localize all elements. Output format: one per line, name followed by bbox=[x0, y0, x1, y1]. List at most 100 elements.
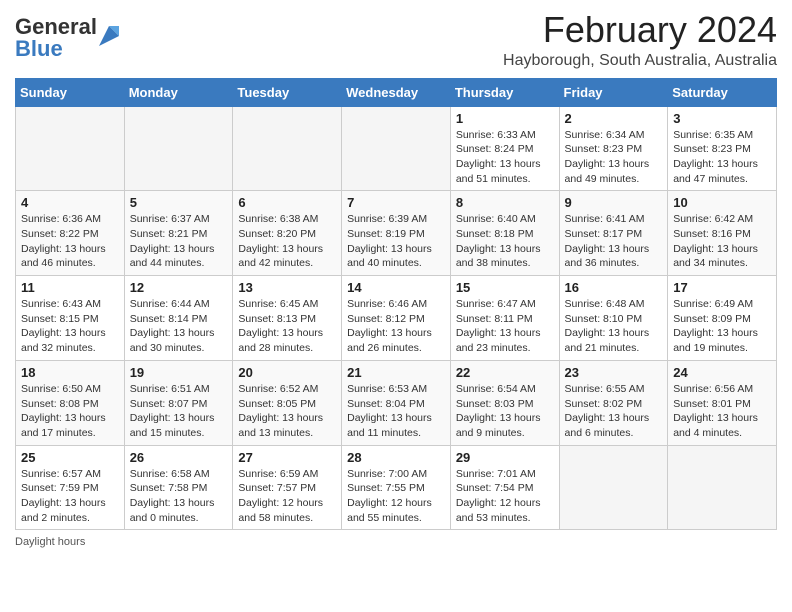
day-number: 2 bbox=[565, 111, 663, 126]
day-info: Sunrise: 6:45 AMSunset: 8:13 PMDaylight:… bbox=[238, 297, 336, 356]
day-info: Sunrise: 6:59 AMSunset: 7:57 PMDaylight:… bbox=[238, 467, 336, 526]
day-cell: 6 Sunrise: 6:38 AMSunset: 8:20 PMDaylight… bbox=[233, 191, 342, 276]
day-number: 17 bbox=[673, 280, 771, 295]
main-title: February 2024 bbox=[503, 10, 777, 50]
title-area: February 2024 Hayborough, South Australi… bbox=[503, 10, 777, 70]
day-cell: 24Sunrise: 6:56 AMSunset: 8:01 PMDayligh… bbox=[668, 360, 777, 445]
weekday-header-thursday: Thursday bbox=[450, 78, 559, 106]
day-cell: 20Sunrise: 6:52 AMSunset: 8:05 PMDayligh… bbox=[233, 360, 342, 445]
day-cell: 25 Sunrise: 6:57 AMSunset: 7:59 PMDayligh… bbox=[16, 445, 125, 530]
logo: General Blue bbox=[15, 16, 119, 60]
day-cell: 18 Sunrise: 6:50 AMSunset: 8:08 PMDayligh… bbox=[16, 360, 125, 445]
day-info: Sunrise: 6:43 AMSunset: 8:15 PMDaylight:… bbox=[21, 297, 119, 356]
day-cell: 12 Sunrise: 6:44 AMSunset: 8:14 PMDayligh… bbox=[124, 276, 233, 361]
weekday-header-friday: Friday bbox=[559, 78, 668, 106]
day-number: 13 bbox=[238, 280, 336, 295]
weekday-header-saturday: Saturday bbox=[668, 78, 777, 106]
day-number: 15 bbox=[456, 280, 554, 295]
weekday-header-monday: Monday bbox=[124, 78, 233, 106]
day-number: 8 bbox=[456, 195, 554, 210]
day-info: Sunrise: 6:56 AMSunset: 8:01 PMDaylight:… bbox=[673, 382, 771, 441]
day-info: Sunrise: 6:58 AMSunset: 7:58 PMDaylight:… bbox=[130, 467, 228, 526]
day-number: 26 bbox=[130, 450, 228, 465]
day-cell: 3 Sunrise: 6:35 AMSunset: 8:23 PMDaylight… bbox=[668, 106, 777, 191]
day-info: Sunrise: 6:41 AMSunset: 8:17 PMDaylight:… bbox=[565, 212, 663, 271]
day-cell: 13 Sunrise: 6:45 AMSunset: 8:13 PMDayligh… bbox=[233, 276, 342, 361]
day-number: 23 bbox=[565, 365, 663, 380]
day-info: Sunrise: 7:01 AMSunset: 7:54 PMDaylight:… bbox=[456, 467, 554, 526]
weekday-header-wednesday: Wednesday bbox=[342, 78, 451, 106]
day-info: Sunrise: 6:48 AMSunset: 8:10 PMDaylight:… bbox=[565, 297, 663, 356]
week-row-3: 11 Sunrise: 6:43 AMSunset: 8:15 PMDayligh… bbox=[16, 276, 777, 361]
day-number: 28 bbox=[347, 450, 445, 465]
day-info: Sunrise: 6:50 AMSunset: 8:08 PMDaylight:… bbox=[21, 382, 119, 441]
logo-blue: Blue bbox=[15, 36, 63, 61]
footer-note: Daylight hours bbox=[15, 536, 777, 548]
day-cell: 9 Sunrise: 6:41 AMSunset: 8:17 PMDaylight… bbox=[559, 191, 668, 276]
day-cell: 2 Sunrise: 6:34 AMSunset: 8:23 PMDaylight… bbox=[559, 106, 668, 191]
day-cell: 26 Sunrise: 6:58 AMSunset: 7:58 PMDayligh… bbox=[124, 445, 233, 530]
day-cell: 8 Sunrise: 6:40 AMSunset: 8:18 PMDaylight… bbox=[450, 191, 559, 276]
day-cell: 27 Sunrise: 6:59 AMSunset: 7:57 PMDayligh… bbox=[233, 445, 342, 530]
day-number: 18 bbox=[21, 365, 119, 380]
day-info: Sunrise: 6:46 AMSunset: 8:12 PMDaylight:… bbox=[347, 297, 445, 356]
day-info: Sunrise: 6:38 AMSunset: 8:20 PMDaylight:… bbox=[238, 212, 336, 271]
day-info: Sunrise: 6:33 AMSunset: 8:24 PMDaylight:… bbox=[456, 128, 554, 187]
calendar-table: SundayMondayTuesdayWednesdayThursdayFrid… bbox=[15, 78, 777, 531]
day-cell bbox=[233, 106, 342, 191]
day-number: 11 bbox=[21, 280, 119, 295]
day-info: Sunrise: 6:42 AMSunset: 8:16 PMDaylight:… bbox=[673, 212, 771, 271]
day-cell: 11 Sunrise: 6:43 AMSunset: 8:15 PMDayligh… bbox=[16, 276, 125, 361]
day-number: 21 bbox=[347, 365, 445, 380]
day-cell: 17 Sunrise: 6:49 AMSunset: 8:09 PMDayligh… bbox=[668, 276, 777, 361]
day-cell bbox=[124, 106, 233, 191]
day-cell bbox=[559, 445, 668, 530]
day-number: 22 bbox=[456, 365, 554, 380]
day-number: 14 bbox=[347, 280, 445, 295]
day-cell: 23 Sunrise: 6:55 AMSunset: 8:02 PMDayligh… bbox=[559, 360, 668, 445]
day-info: Sunrise: 6:39 AMSunset: 8:19 PMDaylight:… bbox=[347, 212, 445, 271]
day-info: Sunrise: 6:34 AMSunset: 8:23 PMDaylight:… bbox=[565, 128, 663, 187]
day-cell: 1 Sunrise: 6:33 AMSunset: 8:24 PMDaylight… bbox=[450, 106, 559, 191]
day-cell: 21 Sunrise: 6:53 AMSunset: 8:04 PMDayligh… bbox=[342, 360, 451, 445]
day-info: Sunrise: 6:37 AMSunset: 8:21 PMDaylight:… bbox=[130, 212, 228, 271]
day-info: Sunrise: 6:40 AMSunset: 8:18 PMDaylight:… bbox=[456, 212, 554, 271]
day-number: 12 bbox=[130, 280, 228, 295]
weekday-header-row: SundayMondayTuesdayWednesdayThursdayFrid… bbox=[16, 78, 777, 106]
day-number: 7 bbox=[347, 195, 445, 210]
day-info: Sunrise: 6:53 AMSunset: 8:04 PMDaylight:… bbox=[347, 382, 445, 441]
day-cell: 5 Sunrise: 6:37 AMSunset: 8:21 PMDaylight… bbox=[124, 191, 233, 276]
day-info: Sunrise: 6:47 AMSunset: 8:11 PMDaylight:… bbox=[456, 297, 554, 356]
day-info: Sunrise: 6:54 AMSunset: 8:03 PMDaylight:… bbox=[456, 382, 554, 441]
day-cell: 4Sunrise: 6:36 AMSunset: 8:22 PMDaylight… bbox=[16, 191, 125, 276]
day-cell: 16Sunrise: 6:48 AMSunset: 8:10 PMDayligh… bbox=[559, 276, 668, 361]
day-number: 29 bbox=[456, 450, 554, 465]
day-cell bbox=[16, 106, 125, 191]
day-cell: 28 Sunrise: 7:00 AMSunset: 7:55 PMDayligh… bbox=[342, 445, 451, 530]
day-cell: 19Sunrise: 6:51 AMSunset: 8:07 PMDayligh… bbox=[124, 360, 233, 445]
day-info: Sunrise: 6:35 AMSunset: 8:23 PMDaylight:… bbox=[673, 128, 771, 187]
day-number: 25 bbox=[21, 450, 119, 465]
day-cell: 7 Sunrise: 6:39 AMSunset: 8:19 PMDaylight… bbox=[342, 191, 451, 276]
day-number: 9 bbox=[565, 195, 663, 210]
day-info: Sunrise: 6:55 AMSunset: 8:02 PMDaylight:… bbox=[565, 382, 663, 441]
day-info: Sunrise: 6:36 AMSunset: 8:22 PMDaylight:… bbox=[21, 212, 119, 271]
day-info: Sunrise: 7:00 AMSunset: 7:55 PMDaylight:… bbox=[347, 467, 445, 526]
day-cell: 29 Sunrise: 7:01 AMSunset: 7:54 PMDayligh… bbox=[450, 445, 559, 530]
day-number: 3 bbox=[673, 111, 771, 126]
day-info: Sunrise: 6:52 AMSunset: 8:05 PMDaylight:… bbox=[238, 382, 336, 441]
header: General Blue February 2024 Hayborough, S… bbox=[15, 10, 777, 70]
day-number: 1 bbox=[456, 111, 554, 126]
logo-icon bbox=[99, 26, 119, 46]
week-row-2: 4Sunrise: 6:36 AMSunset: 8:22 PMDaylight… bbox=[16, 191, 777, 276]
day-cell bbox=[668, 445, 777, 530]
day-info: Sunrise: 6:57 AMSunset: 7:59 PMDaylight:… bbox=[21, 467, 119, 526]
day-number: 6 bbox=[238, 195, 336, 210]
day-cell: 14 Sunrise: 6:46 AMSunset: 8:12 PMDayligh… bbox=[342, 276, 451, 361]
day-number: 27 bbox=[238, 450, 336, 465]
day-number: 5 bbox=[130, 195, 228, 210]
day-info: Sunrise: 6:44 AMSunset: 8:14 PMDaylight:… bbox=[130, 297, 228, 356]
day-cell: 10Sunrise: 6:42 AMSunset: 8:16 PMDayligh… bbox=[668, 191, 777, 276]
week-row-5: 25 Sunrise: 6:57 AMSunset: 7:59 PMDayligh… bbox=[16, 445, 777, 530]
day-info: Sunrise: 6:49 AMSunset: 8:09 PMDaylight:… bbox=[673, 297, 771, 356]
